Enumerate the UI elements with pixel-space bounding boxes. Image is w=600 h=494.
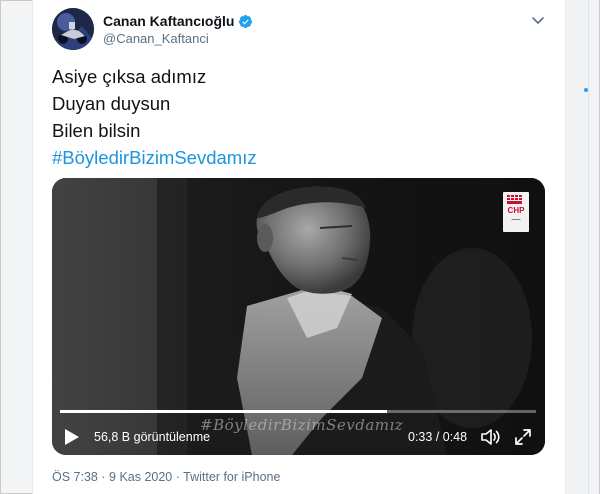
logo-rays-icon (507, 195, 522, 204)
chevron-down-icon[interactable] (530, 12, 546, 28)
avatar-image (52, 8, 94, 50)
meta-separator: · (175, 470, 180, 484)
display-name[interactable]: Canan Kaftancıoğlu (103, 13, 234, 29)
view-count: 56,8 B görüntülenme (94, 430, 211, 444)
right-divider (588, 0, 589, 494)
meta-separator: · (101, 470, 106, 484)
video-frame (52, 178, 545, 455)
volume-icon[interactable] (480, 427, 500, 447)
progress-fill[interactable] (60, 410, 387, 413)
video-time: 0:33 / 0:48 (408, 430, 468, 444)
avatar[interactable] (52, 8, 94, 50)
user-handle[interactable]: @Canan_Kaftanci (103, 31, 209, 46)
fullscreen-icon[interactable] (514, 428, 532, 446)
tweet-date[interactable]: 9 Kas 2020 (109, 470, 172, 484)
logo-subtext: ▬▬▬ (511, 217, 521, 221)
right-panel (566, 0, 599, 494)
hashtag-link[interactable]: #BöyledirBizimSevdamız (52, 144, 257, 171)
logo-text: CHP (507, 206, 525, 215)
tweet-meta: ÖS 7:38 · 9 Kas 2020 · Twitter for iPhon… (52, 470, 280, 484)
play-icon[interactable] (64, 428, 80, 446)
tweet-text: Asiye çıksa adımız Duyan duysun Bilen bi… (52, 63, 257, 171)
tweet-line: Asiye çıksa adımız (52, 66, 207, 87)
author-name-row[interactable]: Canan Kaftancıoğlu (103, 13, 253, 29)
tweet-time[interactable]: ÖS 7:38 (52, 470, 98, 484)
tweet-line: Bilen bilsin (52, 120, 141, 141)
verified-badge-icon (239, 14, 253, 28)
channel-logo: CHP ▬▬▬ (503, 192, 529, 232)
tweet-source[interactable]: Twitter for iPhone (183, 470, 280, 484)
notification-dot (584, 88, 588, 92)
video-controls: 56,8 B görüntülenme 0:33 / 0:48 (52, 422, 545, 450)
tweet-line: Duyan duysun (52, 93, 171, 114)
video-player[interactable]: CHP ▬▬▬ #BöyledirBizimSevdamız 56,8 B gö… (52, 178, 545, 455)
